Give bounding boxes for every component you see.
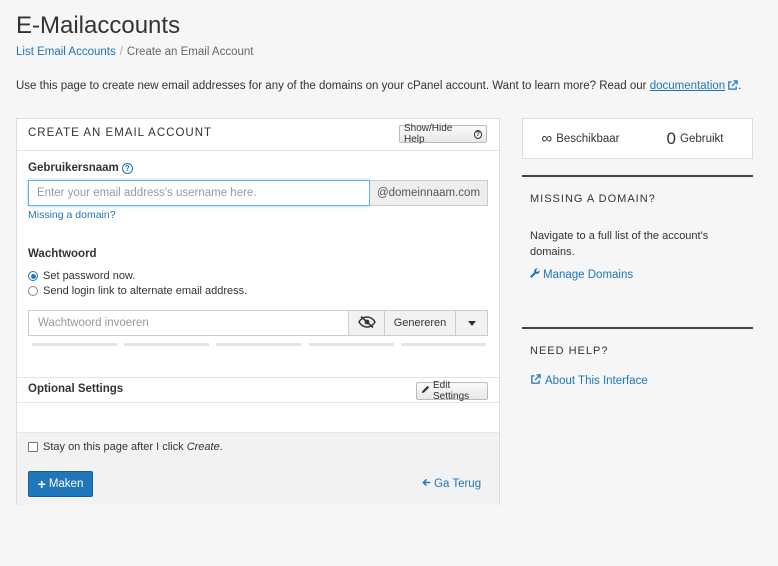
intro-text: Use this page to create new email addres… xyxy=(16,80,647,92)
used-label: Gebruikt xyxy=(680,132,724,145)
breadcrumb-current: Create an Email Account xyxy=(126,46,254,58)
missing-domain-section: MISSING A DOMAIN? Navigate to a full lis… xyxy=(522,175,753,281)
need-help-section: NEED HELP? About This Interface xyxy=(522,327,753,397)
stay-end: . xyxy=(219,441,223,453)
strength-bar-segment-5 xyxy=(401,343,486,346)
password-label: Wachtwoord xyxy=(28,248,97,260)
stay-text: Stay on this page after I click xyxy=(43,441,184,453)
external-link-icon xyxy=(530,374,541,388)
go-back-label: Ga Terug xyxy=(434,478,482,490)
available-stat: ∞ Beschikbaar xyxy=(523,119,638,158)
radio-send-link-row[interactable]: Send login link to alternate email addre… xyxy=(28,285,247,297)
available-label: Beschikbaar xyxy=(556,132,620,145)
strength-bar-segment-4 xyxy=(309,343,394,346)
domain-addon[interactable]: @domeinnaam.com xyxy=(370,180,488,206)
missing-domain-text: Navigate to a full list of the account's… xyxy=(530,230,709,258)
help-button-label: Show/Hide Help xyxy=(404,123,453,145)
password-input-group: Genereren xyxy=(28,310,488,336)
optional-settings-label: Optional Settings xyxy=(28,383,124,395)
about-interface-label: About This Interface xyxy=(545,375,648,387)
page-title: E-Mailaccounts xyxy=(16,12,181,39)
missing-domain-link[interactable]: Missing a domain? xyxy=(28,209,116,221)
breadcrumb-separator: / xyxy=(119,46,123,58)
panel-title: CREATE AN EMAIL ACCOUNT xyxy=(28,127,213,139)
form-footer: Stay on this page after I click Create. … xyxy=(17,432,499,505)
question-circle-icon: ? xyxy=(473,129,482,139)
username-label-text: Gebruikersnaam xyxy=(28,162,119,174)
radio-send-link-label: Send login link to alternate email addre… xyxy=(43,285,248,297)
wrench-icon xyxy=(530,268,540,281)
used-count: 0 xyxy=(666,128,676,148)
toggle-visibility-button[interactable] xyxy=(349,310,385,336)
generate-options-dropdown[interactable] xyxy=(456,310,488,336)
caret-down-icon xyxy=(467,317,476,329)
username-help-icon[interactable]: ? xyxy=(121,163,133,174)
strength-bar-segment-3 xyxy=(216,343,301,346)
create-email-panel: CREATE AN EMAIL ACCOUNT Show/Hide Help ?… xyxy=(16,118,500,505)
optional-settings-header: Optional Settings Edit Settings xyxy=(17,377,499,403)
show-hide-help-button[interactable]: Show/Hide Help ? xyxy=(399,123,487,145)
breadcrumb-list-email-accounts[interactable]: List Email Accounts xyxy=(16,46,116,58)
panel-header: CREATE AN EMAIL ACCOUNT Show/Hide Help ? xyxy=(17,119,499,151)
go-back-link[interactable]: Ga Terug xyxy=(422,478,481,490)
eye-slash-icon xyxy=(357,315,376,331)
radio-set-password[interactable] xyxy=(28,271,38,281)
password-input[interactable] xyxy=(28,310,349,336)
stay-on-page-row[interactable]: Stay on this page after I click Create. xyxy=(28,441,223,453)
create-button-label: Maken xyxy=(48,478,84,490)
strength-bar-segment-2 xyxy=(124,343,209,346)
stay-on-page-label: Stay on this page after I click Create. xyxy=(43,441,223,453)
stay-on-page-checkbox[interactable] xyxy=(28,442,38,452)
username-input-group: @domeinnaam.com xyxy=(28,180,488,206)
pencil-icon xyxy=(421,385,430,397)
arrow-left-icon xyxy=(422,478,431,490)
create-button[interactable]: + Maken xyxy=(28,471,93,497)
manage-domains-label: Manage Domains xyxy=(543,268,634,281)
strength-bar-segment-1 xyxy=(32,343,117,346)
username-input[interactable] xyxy=(28,180,370,206)
need-help-title: NEED HELP? xyxy=(530,345,609,357)
intro-end: . xyxy=(738,80,742,92)
username-label: Gebruikersnaam? xyxy=(28,162,133,174)
manage-domains-link[interactable]: Manage Domains xyxy=(530,268,633,281)
edit-settings-button[interactable]: Edit Settings xyxy=(416,380,488,402)
plus-icon: + xyxy=(37,476,46,492)
intro-paragraph: Use this page to create new email addres… xyxy=(16,80,741,94)
infinity-symbol: ∞ xyxy=(541,130,553,147)
breadcrumb: List Email Accounts / Create an Email Acco… xyxy=(16,46,254,58)
documentation-link[interactable]: documentation xyxy=(650,80,725,92)
external-link-icon[interactable] xyxy=(727,80,738,94)
account-stats-box: ∞ Beschikbaar 0 Gebruikt xyxy=(522,118,753,159)
used-stat: 0 Gebruikt xyxy=(638,119,752,158)
radio-send-link[interactable] xyxy=(28,286,38,296)
radio-set-password-row[interactable]: Set password now. xyxy=(28,270,135,282)
edit-settings-label: Edit Settings xyxy=(433,380,470,402)
missing-domain-title: MISSING A DOMAIN? xyxy=(530,193,656,205)
about-interface-link[interactable]: About This Interface xyxy=(530,374,648,388)
stay-create-word: Create xyxy=(186,441,220,453)
radio-set-password-label: Set password now. xyxy=(43,270,136,282)
generate-password-button[interactable]: Genereren xyxy=(385,310,456,336)
